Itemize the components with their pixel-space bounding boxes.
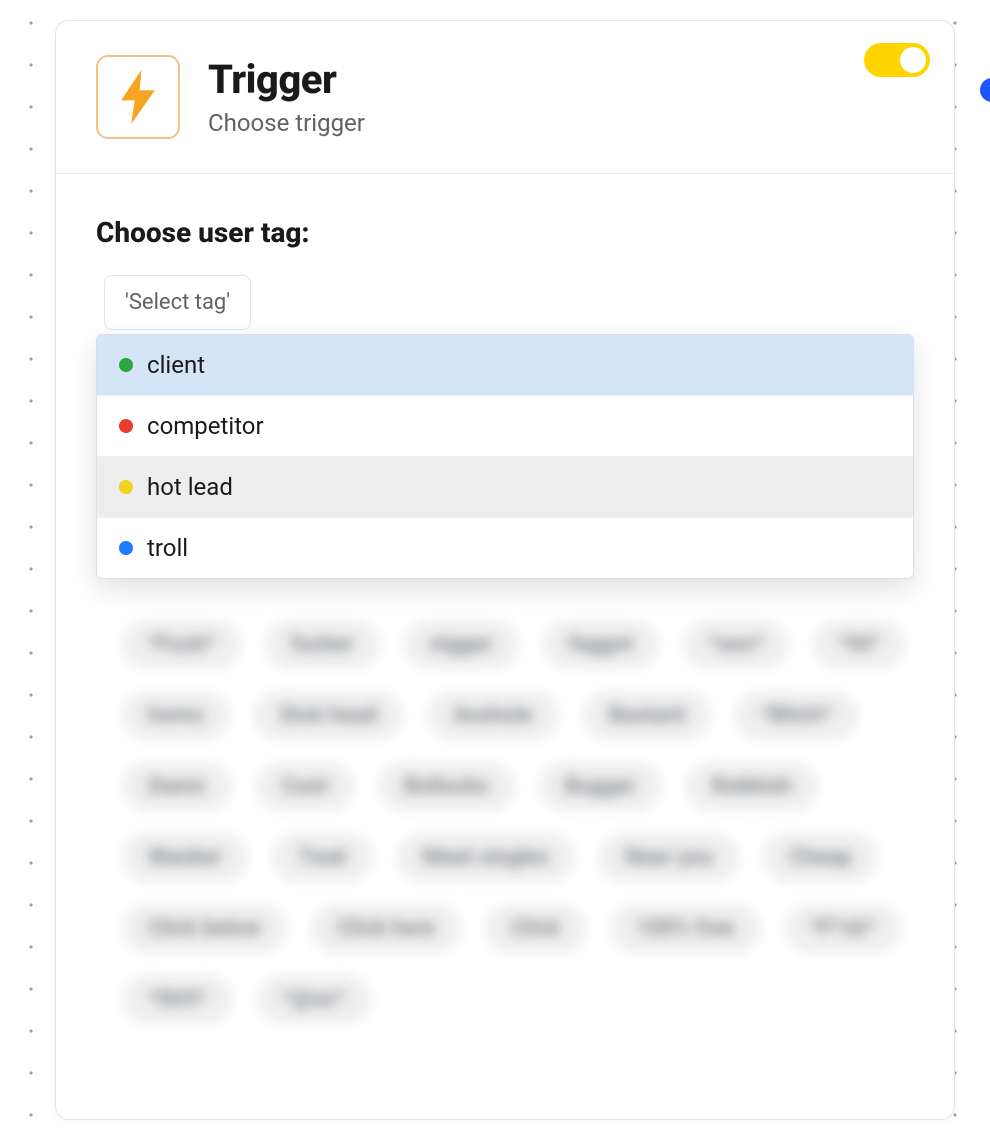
keyword-pill[interactable]: nigger	[404, 620, 519, 669]
keyword-pill[interactable]: *Bitch*	[735, 691, 858, 740]
keyword-pill[interactable]: Cheap	[763, 833, 878, 882]
keyword-pill[interactable]: Bugger	[539, 762, 662, 811]
keyword-pill[interactable]: fucker	[265, 620, 380, 669]
keyword-pill[interactable]: 100% free	[610, 904, 761, 953]
card-body: Choose user tag: 'Select tag' *Fuck* fuck…	[56, 174, 954, 1024]
tag-color-dot	[119, 358, 133, 372]
tag-option-label: competitor	[147, 412, 264, 440]
keyword-pill[interactable]: Wanker	[122, 833, 248, 882]
keyword-pill[interactable]: Click	[485, 904, 586, 953]
keyword-pill[interactable]: Dick head	[254, 691, 403, 740]
keyword-pill[interactable]: Damn	[122, 762, 232, 811]
tag-option-label: hot lead	[147, 473, 233, 501]
select-tag-button[interactable]: 'Select tag'	[104, 275, 251, 330]
page-title: Trigger	[208, 57, 365, 103]
header-text: Trigger Choose trigger	[208, 57, 365, 137]
keyword-pill[interactable]: *@ss*	[257, 975, 371, 1024]
tag-option-troll[interactable]: troll	[97, 517, 913, 578]
keyword-pill[interactable]: *Fuck*	[122, 620, 241, 669]
page-subtitle: Choose trigger	[208, 109, 365, 137]
keyword-pill[interactable]: *ass*	[683, 620, 789, 669]
keyword-pill[interactable]: Bollocks	[378, 762, 515, 811]
keyword-pill[interactable]: Near you	[599, 833, 739, 882]
tag-option-client[interactable]: client	[97, 335, 913, 395]
tag-color-dot	[119, 480, 133, 494]
trigger-card: Trigger Choose trigger Choose user tag: …	[55, 20, 955, 1120]
keyword-pill[interactable]: *F*ck*	[785, 904, 902, 953]
keyword-pill[interactable]: Rubbish	[686, 762, 818, 811]
keyword-pill[interactable]: *tit*	[813, 620, 905, 669]
lightning-icon	[96, 55, 180, 139]
keyword-pill[interactable]: Asshole	[427, 691, 559, 740]
card-header: Trigger Choose trigger	[56, 21, 954, 174]
keyword-pill[interactable]: Click here	[311, 904, 461, 953]
choose-tag-label: Choose user tag:	[96, 216, 914, 249]
keyword-pill[interactable]: homo	[122, 691, 230, 740]
keyword-pill[interactable]: Bastard	[583, 691, 711, 740]
keyword-pill[interactable]: Cunt	[256, 762, 354, 811]
active-toggle[interactable]	[864, 43, 930, 77]
keyword-pill[interactable]: faggot	[543, 620, 660, 669]
tag-option-competitor[interactable]: competitor	[97, 395, 913, 456]
tag-option-label: troll	[147, 534, 188, 562]
tag-color-dot	[119, 419, 133, 433]
tag-color-dot	[119, 541, 133, 555]
tag-option-hot-lead[interactable]: hot lead	[97, 456, 913, 517]
tag-dropdown: client competitor hot lead troll	[96, 334, 914, 579]
tag-option-label: client	[147, 351, 205, 379]
keyword-pill[interactable]: Meet singles	[397, 833, 575, 882]
keyword-pill[interactable]: *Sh!t*	[122, 975, 233, 1024]
keyword-pill[interactable]: Click below	[122, 904, 287, 953]
keyword-pill[interactable]: Twat	[272, 833, 372, 882]
